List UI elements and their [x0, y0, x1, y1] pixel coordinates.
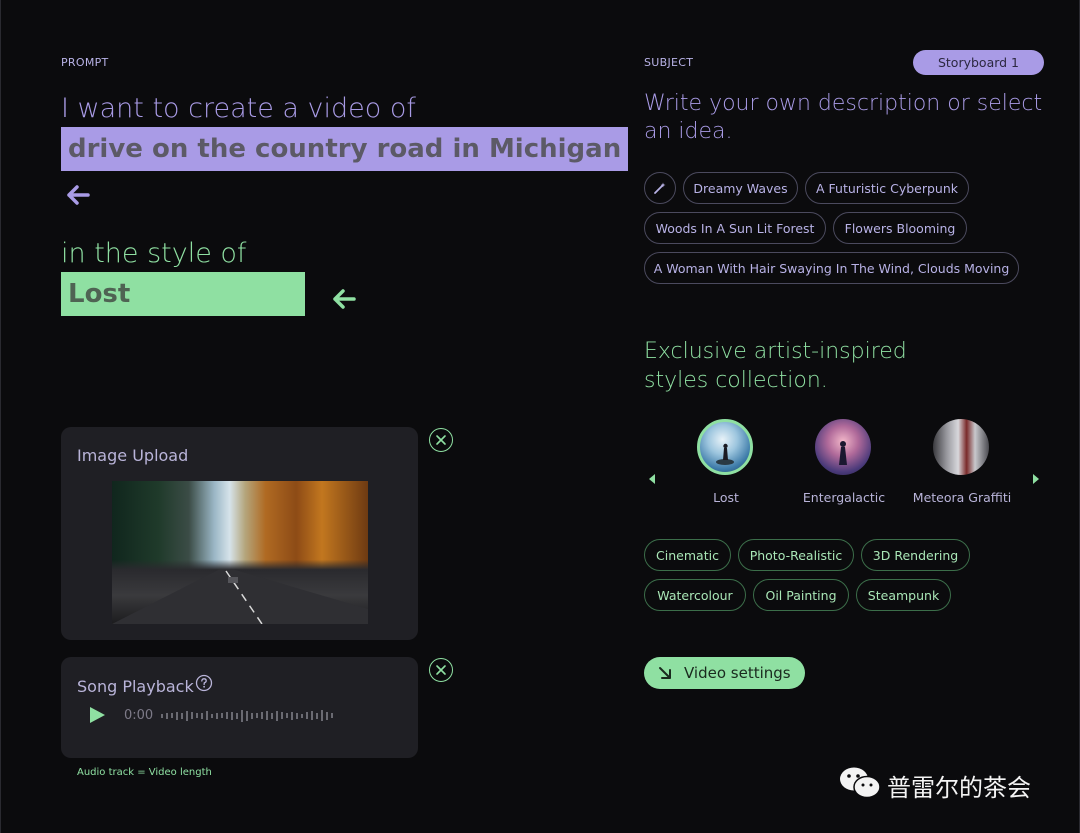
waveform-bar: [286, 713, 288, 718]
playback-time: 0:00: [124, 708, 154, 723]
waveform-bar: [191, 712, 193, 719]
waveform-bar: [226, 712, 228, 719]
song-playback-title: Song Playback: [77, 677, 194, 696]
prompt-section-label: PROMPT: [61, 56, 109, 69]
waveform-bar: [171, 713, 173, 718]
waveform-bar: [296, 712, 298, 719]
close-icon[interactable]: [429, 658, 453, 682]
style-thumb-entergalactic[interactable]: [815, 419, 871, 475]
style-label-entergalactic: Entergalactic: [802, 490, 886, 505]
idea-chip[interactable]: Dreamy Waves: [683, 172, 798, 204]
style-lead-text: in the style of: [61, 238, 247, 269]
style-tag[interactable]: Steampunk: [856, 579, 951, 611]
style-tag[interactable]: Cinematic: [644, 539, 731, 571]
waveform-bar: [211, 713, 213, 718]
subject-value-field[interactable]: drive on the country road in Michigan: [61, 127, 629, 171]
waveform-bar: [326, 711, 328, 720]
waveform-bar: [306, 712, 308, 719]
audio-footnote: Audio track = Video length: [77, 767, 212, 778]
subject-section-label: SUBJECT: [644, 56, 694, 69]
styles-heading-line2: styles collection.: [644, 368, 828, 393]
caret-left-icon[interactable]: [648, 470, 656, 489]
watermark-text: 普雷尔的茶会: [887, 774, 1031, 802]
style-tag[interactable]: 3D Rendering: [861, 539, 970, 571]
waveform-bar: [256, 713, 258, 718]
waveform-bar: [251, 712, 253, 719]
waveform-bar: [196, 713, 198, 718]
waveform-bar: [236, 712, 238, 719]
waveform-bar: [301, 713, 303, 718]
magic-wand-icon[interactable]: [644, 172, 676, 204]
style-thumb-meteora-graffiti[interactable]: [933, 419, 989, 475]
waveform-bar: [266, 711, 268, 720]
close-icon[interactable]: [429, 428, 453, 452]
waveform-bar: [331, 713, 333, 718]
styles-heading-line1: Exclusive artist-inspired: [644, 339, 907, 364]
arrow-left-icon: [331, 287, 357, 311]
waveform-bar: [201, 712, 203, 719]
subject-heading: Write your own description or select an …: [644, 91, 1043, 144]
image-upload-title: Image Upload: [77, 446, 189, 465]
style-tag[interactable]: Photo-Realistic: [738, 539, 854, 571]
help-icon[interactable]: [195, 674, 213, 696]
frame-edge-left: [0, 0, 1, 833]
video-settings-button[interactable]: Video settings: [644, 657, 805, 689]
waveform-bar: [246, 710, 248, 721]
image-upload-panel: Image Upload: [61, 427, 418, 640]
prompt-lead-text: I want to create a video of: [61, 93, 416, 124]
idea-chip[interactable]: Woods In A Sun Lit Forest: [644, 212, 826, 244]
waveform-bar: [181, 712, 183, 719]
waveform-bar: [311, 711, 313, 720]
storyboard-button[interactable]: Storyboard 1: [913, 50, 1044, 75]
play-icon[interactable]: [88, 706, 106, 728]
style-tag[interactable]: Watercolour: [644, 579, 746, 611]
idea-chip[interactable]: A Woman With Hair Swaying In The Wind, C…: [644, 252, 1019, 284]
waveform-bar: [241, 709, 243, 722]
waveform-bar: [216, 712, 218, 719]
waveform-bar: [291, 711, 293, 720]
waveform-bar: [186, 710, 188, 721]
arrow-down-right-icon: [658, 666, 672, 680]
waveform-bar: [271, 712, 273, 719]
style-label-lost: Lost: [713, 490, 739, 505]
waveform-bar: [231, 711, 233, 720]
waveform-bar: [261, 712, 263, 719]
waveform-bar: [206, 711, 208, 720]
audio-waveform[interactable]: [161, 707, 336, 723]
video-settings-label: Video settings: [684, 664, 791, 682]
waveform-bar: [276, 710, 278, 721]
waveform-bar: [281, 712, 283, 719]
idea-chip[interactable]: A Futuristic Cyberpunk: [805, 172, 969, 204]
waveform-bar: [321, 710, 323, 721]
style-label-meteora-graffiti: Meteora Graffiti: [912, 490, 1012, 505]
song-playback-panel: Song Playback 0:00: [61, 657, 418, 758]
waveform-bar: [176, 711, 178, 720]
arrow-left-icon: [65, 183, 91, 207]
waveform-bar: [166, 712, 168, 719]
style-tag[interactable]: Oil Painting: [753, 579, 849, 611]
uploaded-image[interactable]: [112, 481, 368, 624]
caret-right-icon[interactable]: [1032, 470, 1040, 489]
idea-chip[interactable]: Flowers Blooming: [833, 212, 967, 244]
waveform-bar: [221, 713, 223, 718]
style-value-field[interactable]: Lost: [61, 272, 305, 316]
waveform-bar: [316, 712, 318, 719]
wechat-icon: [838, 765, 882, 805]
style-thumb-lost[interactable]: [697, 419, 753, 475]
waveform-bar: [161, 713, 163, 718]
